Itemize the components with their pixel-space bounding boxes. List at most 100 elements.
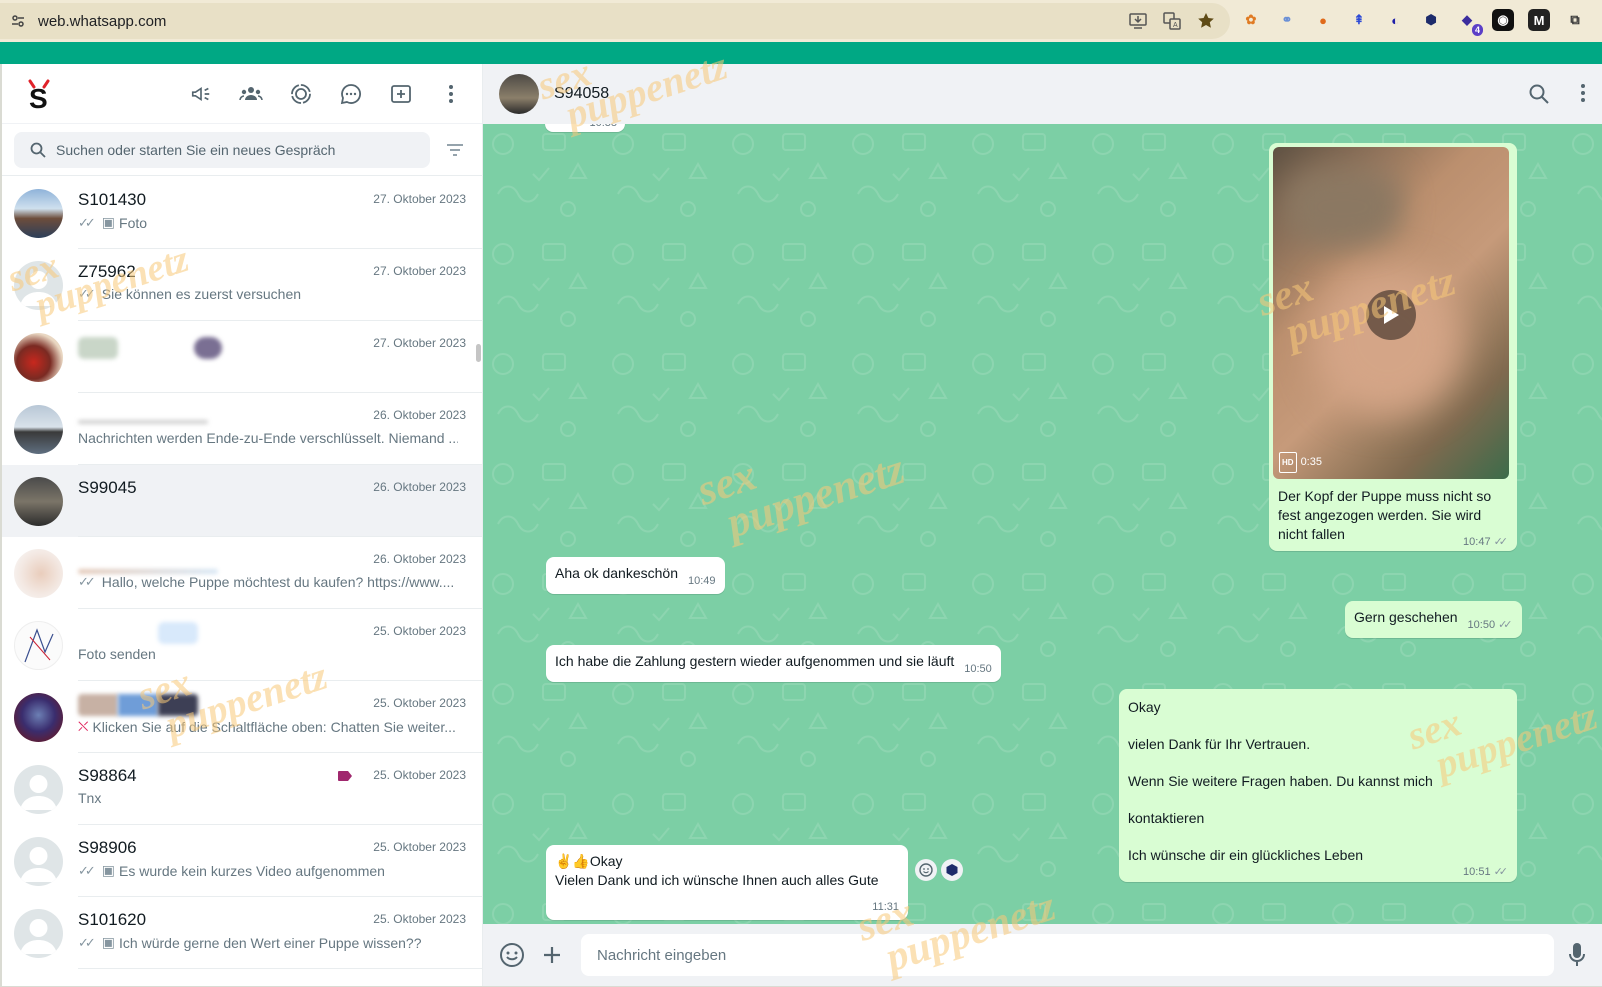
- avatar: [14, 836, 63, 886]
- message-line: Okay: [1128, 699, 1161, 715]
- play-icon[interactable]: [1366, 290, 1416, 340]
- contact-name[interactable]: S94058: [554, 85, 609, 103]
- search-input[interactable]: [56, 141, 386, 158]
- chat-item[interactable]: S101430 27. Oktober 2023 ✓✓ ▣ Foto: [2, 177, 482, 249]
- message-meta: 10:47 ✓✓: [1463, 533, 1508, 552]
- chat-date: 25. Oktober 2023: [373, 840, 466, 854]
- chat-preview: Tnx: [78, 790, 102, 806]
- message-line: Vielen Dank und ich wünsche Ihnen auch a…: [555, 872, 879, 888]
- incoming-message[interactable]: Aha ok dankeschön 10:49: [546, 557, 725, 594]
- chat-preview: ✓✓ ▣ Es wurde kein kurzes Video aufgenomme…: [78, 862, 385, 879]
- conversation-header[interactable]: S94058: [483, 64, 1602, 124]
- chat-date: 27. Oktober 2023: [373, 192, 466, 206]
- chat-name: S101620: [78, 910, 147, 929]
- incoming-message[interactable]: ✌👍Okay Vielen Dank und ich wünsche Ihnen…: [546, 845, 908, 920]
- outgoing-message[interactable]: Okay vielen Dank für Ihr Vertrauen. Wenn…: [1119, 689, 1517, 882]
- chat-name-redacted: [78, 694, 198, 721]
- message-text: Gern geschehen: [1354, 609, 1458, 625]
- message-line: Ich wünsche dir ein glückliches Leben: [1128, 847, 1364, 863]
- avatar: [14, 548, 63, 598]
- video-message[interactable]: HD 0:35 Der Kopf der Puppe muss nicht so …: [1269, 143, 1517, 551]
- extension-m-icon[interactable]: M: [1528, 9, 1550, 31]
- svg-text:S: S: [29, 83, 48, 111]
- avatar: [14, 332, 63, 382]
- conversation-panel: S94058 10:: [483, 64, 1602, 986]
- extension-flower-icon[interactable]: ✿: [1240, 9, 1262, 31]
- chat-item[interactable]: S98906 25. Oktober 2023 ✓✓ ▣ Es wurde kein…: [2, 825, 482, 897]
- chat-item[interactable]: S98864 25. Oktober 2023 Tnx: [2, 753, 482, 825]
- status-icon[interactable]: [288, 81, 314, 107]
- search-icon[interactable]: [30, 142, 46, 158]
- chat-item[interactable]: 26. Oktober 2023 Nachrichten werden Ende…: [2, 393, 482, 465]
- chat-item[interactable]: 26. Oktober 2023 ✓✓ Hallo, welche Puppe m…: [2, 537, 482, 609]
- svg-text:A: A: [1173, 22, 1178, 29]
- chat-item[interactable]: 25. Oktober 2023 ⛌ Klicken Sie auf die Sc…: [2, 681, 482, 753]
- avatar: [14, 260, 63, 310]
- chat-item[interactable]: Z75962 27. Oktober 2023 ✓✓ Sie können es …: [2, 249, 482, 321]
- camera-icon: ▣: [101, 934, 116, 950]
- double-check-icon: ✓✓: [1493, 866, 1509, 878]
- avatar: [14, 476, 63, 526]
- chat-name: Z75962: [78, 262, 136, 281]
- extensions-puzzle-icon[interactable]: ⧉: [1564, 9, 1586, 31]
- chat-name-redacted: [78, 409, 208, 429]
- search-box: [14, 131, 430, 168]
- extension-stack-icon[interactable]: ◆ 4: [1456, 9, 1483, 36]
- attach-plus-icon[interactable]: [541, 944, 563, 966]
- chat-date: 25. Oktober 2023: [373, 768, 466, 782]
- message-text: Ich habe die Zahlung gestern wieder aufg…: [555, 653, 955, 669]
- site-settings-icon[interactable]: [10, 13, 26, 29]
- channels-megaphone-icon[interactable]: [188, 81, 214, 107]
- chat-preview: ✓✓ Hallo, welche Puppe möchtest du kaufen…: [78, 574, 455, 590]
- filter-icon[interactable]: [440, 143, 470, 157]
- channels-chat-icon[interactable]: [338, 81, 364, 107]
- address-bar[interactable]: web.whatsapp.com A: [0, 3, 1230, 39]
- url-text[interactable]: web.whatsapp.com: [38, 13, 166, 30]
- partial-message: 10:38: [545, 124, 625, 132]
- bookmark-star-icon[interactable]: [1196, 11, 1216, 31]
- chat-preview: ✓✓ Sie können es zuerst versuchen: [78, 286, 302, 302]
- chat-preview: ✓✓ ▣ Foto: [78, 214, 148, 231]
- message-time: 10:50: [964, 663, 992, 675]
- chat-item[interactable]: 25. Oktober 2023 Foto senden: [2, 609, 482, 681]
- chat-list-scrollbar[interactable]: [476, 344, 481, 362]
- extension-hexagon-icon[interactable]: ⬢: [1420, 9, 1442, 31]
- emoji-icon[interactable]: [499, 942, 525, 968]
- chat-name-redacted: [158, 622, 198, 649]
- message-input[interactable]: [597, 946, 1554, 964]
- chat-preview: Nachrichten werden Ende-zu-Ende verschlü…: [78, 430, 458, 446]
- new-chat-icon[interactable]: [388, 81, 414, 107]
- chat-date: 25. Oktober 2023: [373, 696, 466, 710]
- search-messages-icon[interactable]: [1528, 83, 1550, 105]
- chat-date: 26. Oktober 2023: [373, 552, 466, 566]
- microphone-icon[interactable]: [1568, 942, 1586, 968]
- extension-chevrons-icon[interactable]: ⇞: [1348, 9, 1370, 31]
- extension-flame-icon[interactable]: ◐: [1384, 9, 1406, 31]
- communities-icon[interactable]: [238, 81, 264, 107]
- contact-avatar[interactable]: [499, 74, 539, 114]
- video-duration: 0:35: [1300, 456, 1322, 468]
- chat-item[interactable]: 27. Oktober 2023: [2, 321, 482, 393]
- react-emoji-icon[interactable]: [915, 859, 937, 881]
- incoming-message[interactable]: Ich habe die Zahlung gestern wieder aufg…: [546, 645, 1001, 682]
- outgoing-message[interactable]: Gern geschehen 10:50 ✓✓: [1345, 601, 1522, 638]
- message-meta: 10:51 ✓✓: [1463, 866, 1509, 878]
- s-logo-icon: S: [28, 79, 50, 111]
- hd-badge: HD: [1279, 452, 1297, 473]
- avatar: [14, 404, 63, 454]
- video-thumbnail[interactable]: HD 0:35: [1273, 147, 1509, 479]
- ai-hexagon-icon[interactable]: [941, 859, 963, 881]
- extension-link-icon[interactable]: ⚭: [1276, 9, 1298, 31]
- extension-fox-icon[interactable]: ●: [1312, 9, 1334, 31]
- profile-avatar[interactable]: S: [20, 75, 58, 113]
- chat-item[interactable]: S101620 25. Oktober 2023 ✓✓ ▣ Ich würde ge…: [2, 897, 482, 969]
- extension-dark-square-icon[interactable]: ◉: [1492, 9, 1514, 31]
- chat-preview: Foto senden: [78, 646, 156, 662]
- install-app-icon[interactable]: [1128, 11, 1148, 31]
- translate-icon[interactable]: A: [1162, 11, 1182, 31]
- conversation-menu-icon[interactable]: [1580, 83, 1586, 103]
- menu-kebab-icon[interactable]: [438, 81, 464, 107]
- chat-date: 27. Oktober 2023: [373, 336, 466, 350]
- chat-item[interactable]: S99045 26. Oktober 2023: [2, 465, 482, 537]
- chat-date: 26. Oktober 2023: [373, 408, 466, 422]
